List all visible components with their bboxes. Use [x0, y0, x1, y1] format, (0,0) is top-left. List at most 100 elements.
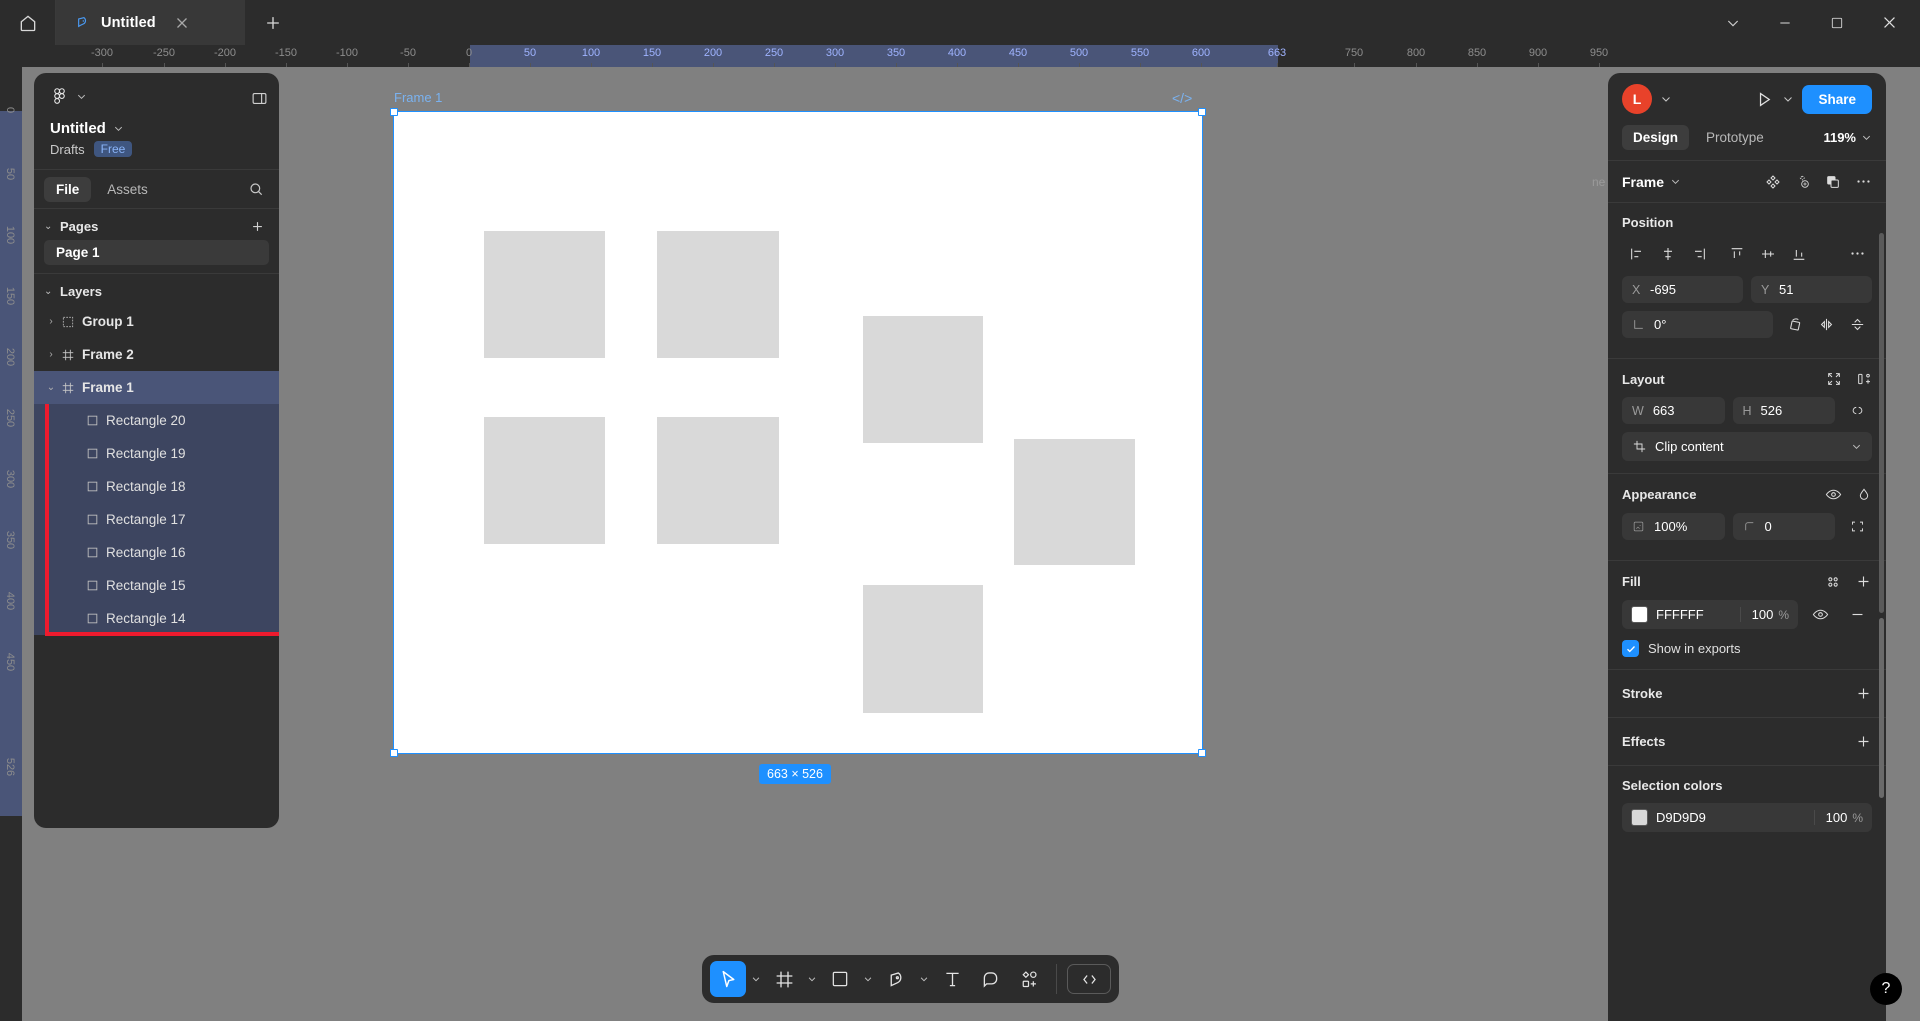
text-tool[interactable] [934, 961, 970, 997]
clip-content-dropdown[interactable]: Clip content [1622, 432, 1872, 461]
right-panel-scrollbar-thumb[interactable] [1879, 618, 1884, 798]
add-auto-layout-icon[interactable] [1856, 371, 1872, 387]
layer-row[interactable]: Rectangle 15 [34, 569, 279, 602]
align-horizontal-center-icon[interactable] [1653, 240, 1682, 267]
width-field[interactable]: W 663 [1622, 397, 1725, 424]
add-effect-button[interactable] [1855, 733, 1872, 750]
more-icon[interactable] [1855, 173, 1872, 190]
comment-tool[interactable] [972, 961, 1008, 997]
selection-handle[interactable] [1198, 749, 1206, 757]
independent-corners-icon[interactable] [1843, 513, 1872, 540]
layer-row[interactable]: › Frame 2 [34, 338, 279, 371]
share-button[interactable]: Share [1802, 84, 1872, 114]
blend-mode-icon[interactable] [1856, 487, 1872, 503]
pen-tool-chevron-down-icon[interactable] [916, 974, 932, 984]
opacity-field[interactable]: 100% [1622, 513, 1725, 540]
window-menu-chevron-down-icon[interactable] [1708, 0, 1758, 45]
add-icon[interactable] [1855, 573, 1872, 590]
file-name-button[interactable]: Untitled [50, 120, 263, 137]
height-field[interactable]: H 526 [1732, 397, 1835, 424]
move-tool-chevron-down-icon[interactable] [748, 974, 764, 984]
home-button[interactable] [0, 0, 56, 45]
tab-design[interactable]: Design [1622, 125, 1690, 150]
page-item-page-1[interactable]: Page 1 [44, 240, 269, 265]
search-icon[interactable] [243, 176, 269, 202]
canvas-rectangle[interactable] [484, 231, 605, 358]
window-maximize-button[interactable] [1812, 0, 1862, 45]
zoom-control[interactable]: 119% [1823, 130, 1872, 145]
x-position-field[interactable]: X -695 [1622, 276, 1743, 303]
copy-icon[interactable] [1825, 174, 1841, 190]
rotation-field[interactable]: 0° [1622, 311, 1773, 338]
chevron-right-icon[interactable]: › [44, 316, 58, 327]
right-panel-scrollbar-track[interactable] [1879, 233, 1884, 613]
chevron-down-icon[interactable]: ⌄ [44, 382, 58, 393]
chevron-right-icon[interactable]: › [44, 349, 58, 360]
tab-file[interactable]: File [44, 176, 92, 202]
dev-mode-toggle[interactable] [1067, 964, 1111, 994]
selection-handle[interactable] [1198, 108, 1206, 116]
shape-tool[interactable] [822, 961, 858, 997]
shape-tool-chevron-down-icon[interactable] [860, 974, 876, 984]
layer-row[interactable]: Rectangle 18 [34, 470, 279, 503]
canvas-rectangle[interactable] [657, 231, 779, 358]
new-tab-button[interactable] [246, 0, 300, 45]
canvas-rectangle[interactable] [1014, 439, 1135, 565]
layer-row[interactable]: ⌄ Frame 1 [34, 371, 279, 404]
layer-row[interactable]: › Group 1 [34, 305, 279, 338]
selection-opacity[interactable]: 100 % [1813, 810, 1863, 825]
layer-row[interactable]: Rectangle 20 [34, 404, 279, 437]
fill-opacity[interactable]: 100 % [1739, 607, 1789, 622]
corner-radius-field[interactable]: 0 [1732, 513, 1835, 540]
flip-vertical-icon[interactable] [1843, 311, 1872, 338]
plan-badge[interactable]: Free [93, 141, 133, 157]
more-icon[interactable] [1843, 240, 1872, 267]
eye-icon[interactable] [1825, 486, 1842, 503]
create-component-icon[interactable] [1795, 174, 1811, 190]
frame-label[interactable]: Frame 1 [394, 90, 442, 105]
selection-color-field[interactable]: D9D9D9 100 % [1622, 803, 1872, 832]
tab-prototype[interactable]: Prototype [1695, 125, 1775, 150]
selection-handle[interactable] [390, 108, 398, 116]
present-chevron-down-icon[interactable] [1782, 93, 1794, 105]
fill-color-field[interactable]: FFFFFF 100 % [1622, 600, 1798, 629]
file-tab[interactable]: Untitled [56, 0, 246, 45]
move-tool[interactable] [710, 961, 746, 997]
canvas-rectangle[interactable] [863, 585, 983, 713]
align-right-icon[interactable] [1684, 240, 1713, 267]
layer-row[interactable]: Rectangle 16 [34, 536, 279, 569]
y-position-field[interactable]: Y 51 [1751, 276, 1872, 303]
align-vertical-center-icon[interactable] [1753, 240, 1782, 267]
styles-icon[interactable] [1825, 574, 1841, 590]
figma-menu-button[interactable] [50, 87, 263, 106]
frame-tool[interactable] [766, 961, 802, 997]
frame-tool-chevron-down-icon[interactable] [804, 974, 820, 984]
layer-row[interactable]: Rectangle 14 [34, 602, 279, 635]
tab-assets[interactable]: Assets [95, 177, 160, 202]
fill-swatch[interactable] [1631, 606, 1648, 623]
rotate-icon[interactable] [1781, 311, 1810, 338]
chevron-down-icon[interactable] [1670, 176, 1681, 187]
dev-mode-code-icon[interactable]: </> [1172, 90, 1192, 106]
pages-section-header[interactable]: ⌄ Pages [34, 209, 279, 240]
link-ratio-icon[interactable] [1843, 397, 1872, 424]
panel-layout-icon[interactable] [245, 85, 273, 111]
help-button[interactable]: ? [1870, 973, 1902, 1005]
minus-icon[interactable] [1843, 601, 1872, 628]
frame-1-canvas-object[interactable] [393, 111, 1203, 754]
layer-row[interactable]: Rectangle 17 [34, 503, 279, 536]
add-page-button[interactable] [250, 219, 265, 234]
selection-color-swatch[interactable] [1631, 809, 1648, 826]
align-top-icon[interactable] [1722, 240, 1751, 267]
show-in-exports-row[interactable]: Show in exports [1622, 640, 1872, 657]
canvas-rectangle[interactable] [657, 417, 779, 544]
selection-handle[interactable] [390, 749, 398, 757]
component-icon[interactable] [1765, 174, 1781, 190]
window-close-button[interactable] [1864, 0, 1914, 45]
add-stroke-button[interactable] [1855, 685, 1872, 702]
layer-row[interactable]: Rectangle 19 [34, 437, 279, 470]
layers-section-header[interactable]: ⌄ Layers [34, 274, 279, 305]
show-in-exports-checkbox[interactable] [1622, 640, 1639, 657]
resize-to-fit-icon[interactable] [1826, 371, 1842, 387]
avatar-chevron-down-icon[interactable] [1660, 93, 1672, 105]
